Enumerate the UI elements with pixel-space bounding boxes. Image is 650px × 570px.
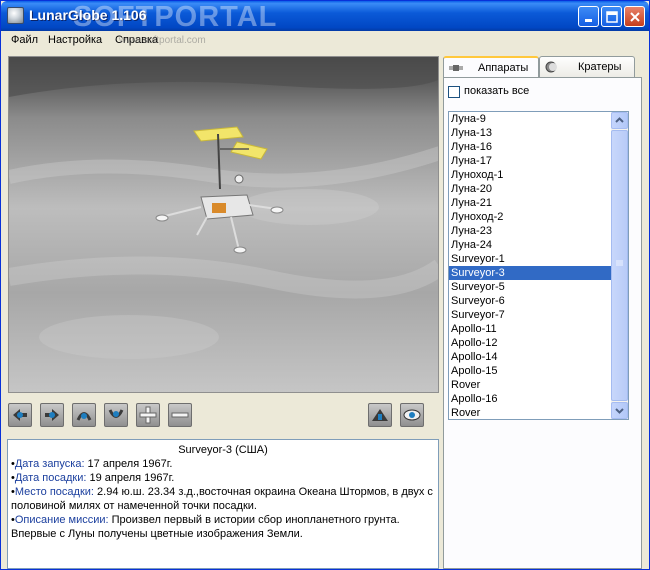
zoom-out-button[interactable] bbox=[168, 403, 192, 427]
maximize-button[interactable] bbox=[601, 6, 622, 27]
rotate-left-button[interactable] bbox=[8, 403, 32, 427]
tab-strip: Аппараты Кратеры bbox=[443, 56, 643, 79]
title-bar[interactable]: LunarGlobe 1.106 SOFTPORTAL bbox=[1, 1, 649, 33]
launch-date-line: •Дата запуска: 17 апреля 1967г. bbox=[11, 458, 173, 470]
spacecraft-panel: показать все Луна-9 Луна-13 Луна-16 Луна-17… bbox=[443, 77, 642, 569]
tab-spacecraft-label: Аппараты bbox=[478, 62, 529, 74]
chevron-up-icon bbox=[615, 117, 624, 123]
zoom-out-icon bbox=[171, 412, 189, 418]
list-item[interactable]: Apollo-11 bbox=[449, 322, 628, 336]
lunar-surface-scene bbox=[9, 57, 438, 392]
info-title: Surveyor-3 (США) bbox=[178, 444, 268, 456]
list-item[interactable]: Луна-13 bbox=[449, 126, 628, 140]
eye-icon bbox=[403, 409, 421, 421]
menu-file[interactable]: Файл bbox=[11, 34, 38, 46]
watermark-url: www.softportal.com bbox=[119, 35, 206, 46]
landing-site-label: Место посадки: bbox=[14, 486, 94, 498]
zoom-in-button[interactable] bbox=[136, 403, 160, 427]
list-item[interactable]: Surveyor-5 bbox=[449, 280, 628, 294]
mission-label: Описание миссии: bbox=[14, 514, 109, 526]
scroll-thumb[interactable] bbox=[611, 130, 628, 401]
chevron-down-icon bbox=[615, 408, 624, 414]
list-item[interactable]: Surveyor-3 bbox=[449, 266, 628, 280]
list-item[interactable]: Луна-17 bbox=[449, 154, 628, 168]
menu-bar: Файл Настройка Справка bbox=[1, 31, 649, 51]
minimize-icon bbox=[584, 19, 592, 22]
landing-site-line: •Место посадки: 2.94 ю.ш. 23.34 з.д.,вос… bbox=[11, 486, 433, 512]
list-item[interactable]: Apollo-15 bbox=[449, 364, 628, 378]
list-item[interactable]: Surveyor-6 bbox=[449, 294, 628, 308]
lunar-3d-viewport[interactable] bbox=[8, 56, 439, 393]
show-all-label[interactable]: показать все bbox=[464, 85, 529, 97]
list-item[interactable]: Луна-9 bbox=[449, 112, 628, 126]
list-item[interactable]: Apollo-14 bbox=[449, 350, 628, 364]
close-button[interactable] bbox=[624, 6, 645, 27]
maximize-icon bbox=[605, 11, 618, 23]
satellite-icon bbox=[449, 65, 463, 71]
mission-info-panel: Surveyor-3 (США) •Дата запуска: 17 апрел… bbox=[7, 439, 439, 569]
zoom-in-icon bbox=[139, 406, 157, 424]
menu-settings[interactable]: Настройка bbox=[48, 34, 102, 46]
tilt-down-button[interactable] bbox=[104, 403, 128, 427]
list-item[interactable]: Surveyor-1 bbox=[449, 252, 628, 266]
list-item[interactable]: Луна-24 bbox=[449, 238, 628, 252]
close-icon bbox=[629, 12, 640, 22]
tilt-down-icon bbox=[108, 409, 124, 418]
list-item[interactable]: Apollo-12 bbox=[449, 336, 628, 350]
list-item[interactable]: Rover bbox=[449, 406, 628, 419]
list-item[interactable]: Луна-23 bbox=[449, 224, 628, 238]
tab-craters-label: Кратеры bbox=[578, 61, 622, 73]
landing-date-line: •Дата посадки: 19 апреля 1967г. bbox=[11, 472, 175, 484]
launch-date-value: 17 апреля 1967г. bbox=[84, 458, 173, 470]
show-all-checkbox[interactable] bbox=[448, 86, 460, 98]
spacecraft-list[interactable]: Луна-9 Луна-13 Луна-16 Луна-17 Луноход-1 Луна… bbox=[448, 111, 629, 420]
list-item[interactable]: Луноход-2 bbox=[449, 210, 628, 224]
rotate-right-button[interactable] bbox=[40, 403, 64, 427]
tab-craters[interactable]: Кратеры bbox=[539, 56, 635, 78]
rotate-right-icon bbox=[45, 409, 59, 421]
rotate-left-icon bbox=[13, 409, 27, 421]
tilt-up-button[interactable] bbox=[72, 403, 96, 427]
scroll-up-button[interactable] bbox=[611, 112, 628, 129]
list-item[interactable]: Луна-16 bbox=[449, 140, 628, 154]
view-eye-button[interactable] bbox=[400, 403, 424, 427]
watermark-logo: SOFTPORTAL bbox=[73, 1, 278, 33]
list-item[interactable]: Луна-21 bbox=[449, 196, 628, 210]
reset-view-icon bbox=[372, 409, 388, 421]
list-item[interactable]: Луноход-1 bbox=[449, 168, 628, 182]
list-item[interactable]: Apollo-16 bbox=[449, 392, 628, 406]
list-items: Луна-9 Луна-13 Луна-16 Луна-17 Луноход-1 Луна… bbox=[449, 112, 628, 419]
app-globe-icon[interactable] bbox=[7, 7, 24, 24]
reset-view-button[interactable] bbox=[368, 403, 392, 427]
moon-icon bbox=[545, 61, 557, 73]
list-item[interactable]: Rover bbox=[449, 378, 628, 392]
grip-icon bbox=[616, 260, 623, 266]
launch-date-label: Дата запуска: bbox=[14, 458, 85, 470]
mission-line: •Описание миссии: Произвел первый в исто… bbox=[11, 514, 400, 540]
landing-date-value: 19 апреля 1967г. bbox=[86, 472, 175, 484]
tilt-up-icon bbox=[76, 412, 92, 421]
landing-date-label: Дата посадки: bbox=[14, 472, 87, 484]
app-window: LunarGlobe 1.106 SOFTPORTAL Файл Настрой… bbox=[0, 0, 650, 570]
tab-spacecraft[interactable]: Аппараты bbox=[443, 56, 539, 79]
list-item[interactable]: Луна-20 bbox=[449, 182, 628, 196]
scroll-down-button[interactable] bbox=[611, 402, 628, 419]
list-item[interactable]: Surveyor-7 bbox=[449, 308, 628, 322]
minimize-button[interactable] bbox=[578, 6, 599, 27]
list-scrollbar[interactable] bbox=[611, 112, 628, 419]
